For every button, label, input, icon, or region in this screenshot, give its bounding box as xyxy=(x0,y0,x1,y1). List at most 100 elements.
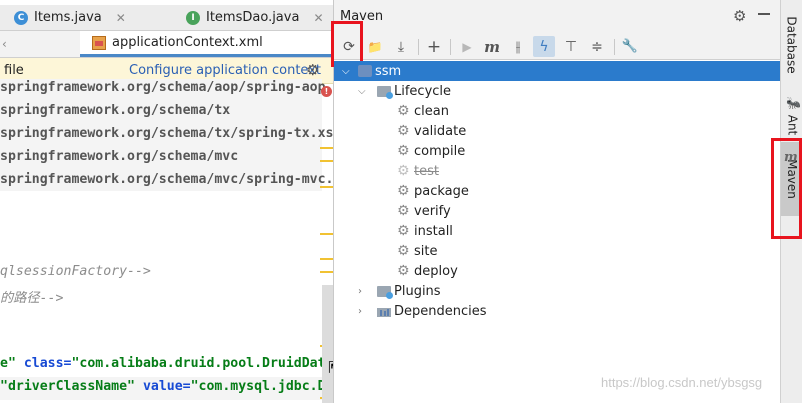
chevron-right-icon[interactable]: › xyxy=(358,306,362,317)
reload-all-projects-button[interactable]: ⟳ xyxy=(331,21,363,67)
toolbar-separator xyxy=(450,39,451,55)
tree-item-dependencies[interactable]: › Dependencies xyxy=(334,301,780,321)
tree-item-goal-validate[interactable]: ⚙ validate xyxy=(334,121,780,141)
editor-tab-row: C Items.java ✕ I ItemsDao.java ✕ xyxy=(0,5,333,31)
tree-item-goal-verify[interactable]: ⚙ verify xyxy=(334,201,780,221)
tree-item-goal-compile[interactable]: ⚙ compile xyxy=(334,141,780,161)
collapse-all-button[interactable]: ≑ xyxy=(586,36,608,57)
code-line-driver: "driverClassName" value="com.mysql.jdbc.… xyxy=(0,379,334,394)
configure-application-context-link[interactable]: Configure application context xyxy=(129,63,321,78)
tree-item-goal-clean[interactable]: ⚙ clean xyxy=(334,101,780,121)
tree-item-label: Lifecycle xyxy=(394,83,452,99)
collapse-all-icon: ≑ xyxy=(591,38,603,55)
settings-wrench-icon: 🔧 xyxy=(621,39,639,54)
toolbar-separator xyxy=(418,39,419,55)
run-icon: ▶ xyxy=(462,39,472,54)
interface-i-icon: I xyxy=(186,10,200,25)
editor-tab-row-2: ‹ applicationContext.xml xyxy=(0,31,333,58)
execute-maven-goal-button[interactable]: m xyxy=(481,36,503,57)
tree-item-label: test xyxy=(414,163,439,179)
gear-icon: ⚙ xyxy=(397,143,410,159)
gear-icon: ⚙ xyxy=(397,163,410,179)
gear-icon: ⚙ xyxy=(397,223,410,239)
tree-item-label: validate xyxy=(414,123,467,139)
gear-icon: ⚙ xyxy=(397,263,410,279)
gear-icon: ⚙ xyxy=(397,203,410,219)
download-sources-button[interactable]: ⤓ xyxy=(390,36,412,57)
close-icon[interactable]: ✕ xyxy=(116,11,126,25)
highlight-box xyxy=(771,138,802,239)
code-line: springframework.org/schema/mvc xyxy=(0,149,239,164)
tab-database[interactable]: Database xyxy=(781,8,802,82)
gear-icon[interactable]: ⚙ xyxy=(733,7,746,25)
code-line-datasource: e" class="com.alibaba.druid.pool.DruidDa… xyxy=(0,356,326,371)
tree-item-goal-package[interactable]: ⚙ package xyxy=(334,181,780,201)
close-icon[interactable]: ✕ xyxy=(313,11,323,25)
tab-label: ItemsDao.java xyxy=(206,10,300,25)
tree-item-goal-deploy[interactable]: ⚙ deploy xyxy=(334,261,780,281)
tree-item-lifecycle[interactable]: ⌵ Lifecycle xyxy=(334,81,780,101)
tree-item-label: deploy xyxy=(414,263,458,279)
code-line: springframework.org/schema/tx xyxy=(0,103,231,118)
tree-item-label: install xyxy=(414,223,453,239)
skip-tests-icon: ϟ xyxy=(539,38,549,55)
ant-icon: 🐜 xyxy=(786,96,801,110)
chevron-right-icon[interactable]: › xyxy=(358,286,362,297)
download-icon: ⤓ xyxy=(397,38,405,55)
maven-toolbar: ⟳ 📁 ⤓ + ▶ m ⫲ ϟ ⊤ ≑ 🔧 xyxy=(331,21,780,67)
vertical-tab-label: Ant xyxy=(785,114,799,136)
tab-ant[interactable]: Ant xyxy=(781,110,802,140)
tree-item-label: clean xyxy=(414,103,449,119)
toolbar-separator xyxy=(614,39,615,55)
add-button[interactable]: + xyxy=(423,36,445,57)
code-line: springframework.org/schema/mvc/spring-mv… xyxy=(0,172,334,187)
add-maven-project-button[interactable]: 📁 xyxy=(364,36,386,57)
tab-label: applicationContext.xml xyxy=(112,35,263,50)
minimize-icon[interactable] xyxy=(758,8,770,20)
gear-icon: ⚙ xyxy=(397,183,410,199)
warning-marker[interactable] xyxy=(320,147,333,149)
maven-settings-button[interactable]: 🔧 xyxy=(619,36,641,57)
class-c-icon: C xyxy=(14,10,28,25)
gear-icon: ⚙ xyxy=(397,123,410,139)
plugins-folder-icon xyxy=(377,285,393,299)
warning-marker[interactable] xyxy=(320,258,333,260)
toggle-offline-button[interactable]: ⫲ xyxy=(507,36,529,57)
chevron-left-icon[interactable]: ‹ xyxy=(2,37,7,51)
tree-item-project[interactable]: ⌵ ssm xyxy=(334,61,780,81)
tab-itemsdao-java[interactable]: I ItemsDao.java ✕ xyxy=(186,5,324,30)
tab-items-java[interactable]: C Items.java ✕ xyxy=(14,5,126,30)
tab-applicationcontext-xml[interactable]: applicationContext.xml xyxy=(80,31,333,57)
maven-header: Maven ⚙ xyxy=(334,0,780,33)
show-dependencies-icon: ⊤ xyxy=(564,38,578,55)
tree-item-label: Dependencies xyxy=(394,303,487,319)
skip-tests-button[interactable]: ϟ xyxy=(533,36,555,57)
chevron-down-icon[interactable]: ⌵ xyxy=(358,86,366,97)
tree-item-label: verify xyxy=(414,203,451,219)
watermark: https://blog.csdn.net/ybsgsg xyxy=(601,375,763,390)
warning-marker[interactable] xyxy=(320,271,333,273)
editor-scrollbar[interactable] xyxy=(322,285,333,403)
error-indicator-icon[interactable]: ! xyxy=(321,86,332,97)
code-comment: 的路径--> xyxy=(0,291,64,306)
code-line: springframework.org/schema/tx/spring-tx.… xyxy=(0,126,334,141)
tree-item-label: compile xyxy=(414,143,466,159)
run-button[interactable]: ▶ xyxy=(456,36,478,57)
tree-item-plugins[interactable]: › Plugins xyxy=(334,281,780,301)
maven-panel: Maven ⚙ ⟳ 📁 ⤓ + ▶ m ⫲ ϟ ⊤ ≑ 🔧 ⌵ ssm ⌵ Li… xyxy=(331,0,780,403)
tree-item-goal-site[interactable]: ⚙ site xyxy=(334,241,780,261)
plus-icon: + xyxy=(426,36,442,57)
tab-label: Items.java xyxy=(34,10,102,25)
warning-marker[interactable] xyxy=(320,233,333,235)
maven-goal-icon: m xyxy=(484,37,500,56)
tree-item-goal-install[interactable]: ⚙ install xyxy=(334,221,780,241)
tree-item-label: site xyxy=(414,243,438,259)
tree-item-label: ssm xyxy=(375,63,402,79)
banner-text: file xyxy=(4,63,24,78)
gear-icon[interactable]: ⚙ xyxy=(306,61,319,79)
show-dependencies-button[interactable]: ⊤ xyxy=(560,36,582,57)
warning-marker[interactable] xyxy=(320,160,333,162)
warning-marker[interactable] xyxy=(320,186,333,188)
chevron-down-icon[interactable]: ⌵ xyxy=(342,66,350,77)
tree-item-goal-test[interactable]: ⚙ test xyxy=(334,161,780,181)
